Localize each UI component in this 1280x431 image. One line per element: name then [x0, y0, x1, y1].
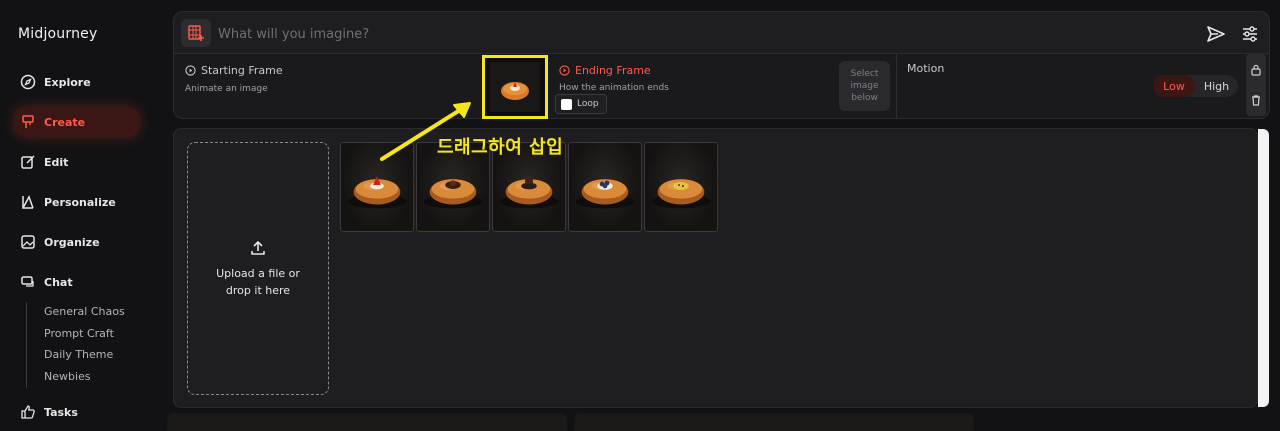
chat-rooms-list: General Chaos Prompt Craft Daily Theme N…: [26, 302, 125, 388]
loop-checkbox[interactable]: [561, 98, 572, 110]
nav-item-chat[interactable]: Chat: [14, 267, 140, 297]
end-frame-image-slot[interactable]: [482, 55, 548, 119]
settings-button[interactable]: [1240, 24, 1260, 44]
chat-room-newbies[interactable]: Newbies: [44, 367, 125, 389]
ending-frame-title: Ending Frame: [575, 64, 651, 77]
motion-toggle: Low High: [1153, 75, 1238, 97]
nav-label: Explore: [44, 75, 91, 89]
end-frame-thumbnail: [490, 62, 540, 112]
nav-item-personalize[interactable]: Personalize: [14, 187, 140, 217]
edit-icon: [21, 155, 35, 169]
loop-toggle[interactable]: Loop: [555, 94, 607, 114]
lock-icon[interactable]: [1250, 64, 1262, 76]
prompt-bar: [173, 11, 1270, 54]
create-panel: Starting Frame Animate an image Ending F…: [173, 11, 1270, 408]
nav-label: Personalize: [44, 195, 116, 209]
starting-frame-title: Starting Frame: [201, 64, 283, 77]
divider: [896, 54, 897, 119]
starting-frame-button[interactable]: Starting Frame: [185, 64, 283, 77]
loop-label: Loop: [577, 99, 599, 109]
library-image-blueberry[interactable]: [568, 142, 642, 232]
image-library: Upload a file or drop it here: [173, 128, 1258, 408]
motion-high-button[interactable]: High: [1195, 75, 1238, 97]
app-logo[interactable]: Midjourney: [18, 26, 97, 42]
frame-actions: [1246, 54, 1266, 116]
chat-room-daily-theme[interactable]: Daily Theme: [44, 345, 125, 367]
video-card[interactable]: [574, 413, 974, 431]
send-icon: [1207, 26, 1225, 42]
nav-label: Chat: [44, 275, 73, 289]
pastry-image: [575, 179, 635, 209]
play-circle-icon: [185, 65, 196, 76]
sidebar: Midjourney Explore Create Edit Personali…: [0, 0, 166, 431]
nav-item-explore[interactable]: Explore: [14, 67, 140, 97]
sliders-icon: [1243, 26, 1257, 42]
play-circle-icon: [559, 65, 570, 76]
thumbs-up-icon: [21, 405, 35, 419]
image-icon: [21, 235, 35, 249]
chat-room-general-chaos[interactable]: General Chaos: [44, 302, 125, 324]
upload-dropzone[interactable]: Upload a file or drop it here: [187, 142, 329, 395]
ending-frame-button[interactable]: Ending Frame: [559, 64, 651, 77]
video-card[interactable]: [167, 413, 567, 431]
nav-item-organize[interactable]: Organize: [14, 227, 140, 257]
personalize-icon: [22, 195, 34, 209]
ending-frame-subtitle: How the animation ends: [559, 83, 669, 93]
brush-icon: [22, 115, 34, 128]
prompt-input[interactable]: [218, 24, 1118, 44]
chat-icon: [21, 276, 34, 287]
motion-low-button[interactable]: Low: [1153, 75, 1195, 97]
upload-text: Upload a file or drop it here: [216, 266, 300, 297]
nav-item-create[interactable]: Create: [14, 107, 140, 137]
annotation-text: 드래그하여 삽입: [437, 137, 564, 158]
upload-icon: [251, 240, 265, 255]
film-plus-icon: [188, 25, 204, 41]
nav-item-edit[interactable]: Edit: [14, 147, 140, 177]
nav-label: Edit: [44, 155, 69, 169]
starting-frame-subtitle: Animate an image: [185, 84, 268, 94]
nav-label: Organize: [44, 235, 100, 249]
library-image-custard[interactable]: [644, 142, 718, 232]
pastry-image: [651, 179, 711, 209]
nav-label: Tasks: [44, 405, 78, 419]
video-mode-button[interactable]: [181, 19, 211, 47]
trash-icon[interactable]: [1250, 94, 1262, 106]
select-image-below-placeholder: Select image below: [839, 61, 890, 111]
chat-room-prompt-craft[interactable]: Prompt Craft: [44, 324, 125, 346]
nav-item-tasks[interactable]: Tasks: [14, 397, 140, 427]
nav-label: Create: [44, 115, 86, 129]
frames-row: Starting Frame Animate an image Ending F…: [173, 54, 1270, 119]
scrollbar[interactable]: [1258, 129, 1269, 407]
motion-label: Motion: [907, 62, 945, 75]
submit-button[interactable]: [1206, 24, 1226, 44]
compass-icon: [20, 74, 36, 90]
